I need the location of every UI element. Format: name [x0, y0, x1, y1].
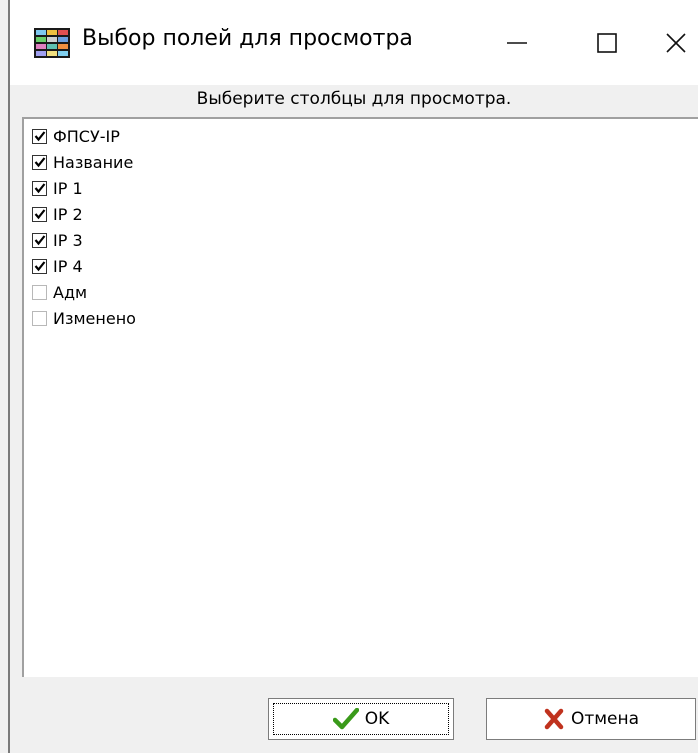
close-button[interactable]	[644, 10, 698, 76]
list-item[interactable]: IP 3	[32, 227, 83, 253]
minimize-button[interactable]	[472, 10, 562, 76]
checkbox[interactable]	[32, 128, 47, 144]
list-item-label: IP 1	[53, 178, 83, 198]
list-item-label: ФПСУ-IP	[53, 126, 120, 146]
checkbox[interactable]	[32, 206, 47, 222]
list-item-label: IP 2	[53, 204, 83, 224]
checkbox[interactable]	[32, 258, 47, 274]
list-item-label: Адм	[53, 282, 88, 302]
close-icon	[666, 33, 686, 53]
list-item-label: Название	[53, 152, 134, 172]
checkbox[interactable]	[32, 154, 47, 170]
cancel-button-label: Отмена	[570, 709, 640, 729]
list-item[interactable]: Адм	[32, 279, 87, 305]
cross-icon	[543, 708, 565, 730]
title-bar[interactable]: Выбор полей для просмотра	[10, 0, 698, 85]
list-item[interactable]: Название	[32, 149, 133, 175]
button-bar: OK Отмена	[10, 684, 698, 753]
list-item-label: Изменено	[53, 308, 136, 328]
dialog-window: Выбор полей для просмотра Выберите столб…	[0, 0, 698, 753]
checkmark-icon	[34, 261, 45, 272]
minimize-icon	[507, 42, 527, 44]
ok-button[interactable]: OK	[268, 698, 454, 740]
maximize-icon	[597, 33, 617, 53]
list-item[interactable]: ФПСУ-IP	[32, 123, 120, 149]
list-item-label: IP 3	[53, 230, 83, 250]
checkmark-icon	[34, 131, 45, 142]
checkmark-icon	[34, 157, 45, 168]
cancel-button[interactable]: Отмена	[486, 698, 696, 740]
focus-ring	[273, 703, 449, 735]
fields-checklist[interactable]: ФПСУ-IP Название IP 1 IP 2 IP 3 IP 4 Адм	[22, 117, 698, 677]
list-item-label: IP 4	[53, 256, 83, 276]
list-item[interactable]: Изменено	[32, 305, 136, 331]
maximize-button[interactable]	[562, 10, 652, 76]
table-columns-icon	[34, 28, 70, 58]
checkmark-icon	[34, 235, 45, 246]
checkmark-icon	[34, 209, 45, 220]
checkbox[interactable]	[32, 310, 47, 326]
checkbox[interactable]	[32, 232, 47, 248]
checkmark-icon	[34, 183, 45, 194]
window-title: Выбор полей для просмотра	[82, 26, 413, 51]
checkbox[interactable]	[32, 180, 47, 196]
checkbox[interactable]	[32, 284, 47, 300]
list-item[interactable]: IP 1	[32, 175, 83, 201]
list-item[interactable]: IP 2	[32, 201, 83, 227]
instruction-label: Выберите столбцы для просмотра.	[196, 89, 512, 109]
list-item[interactable]: IP 4	[32, 253, 83, 279]
